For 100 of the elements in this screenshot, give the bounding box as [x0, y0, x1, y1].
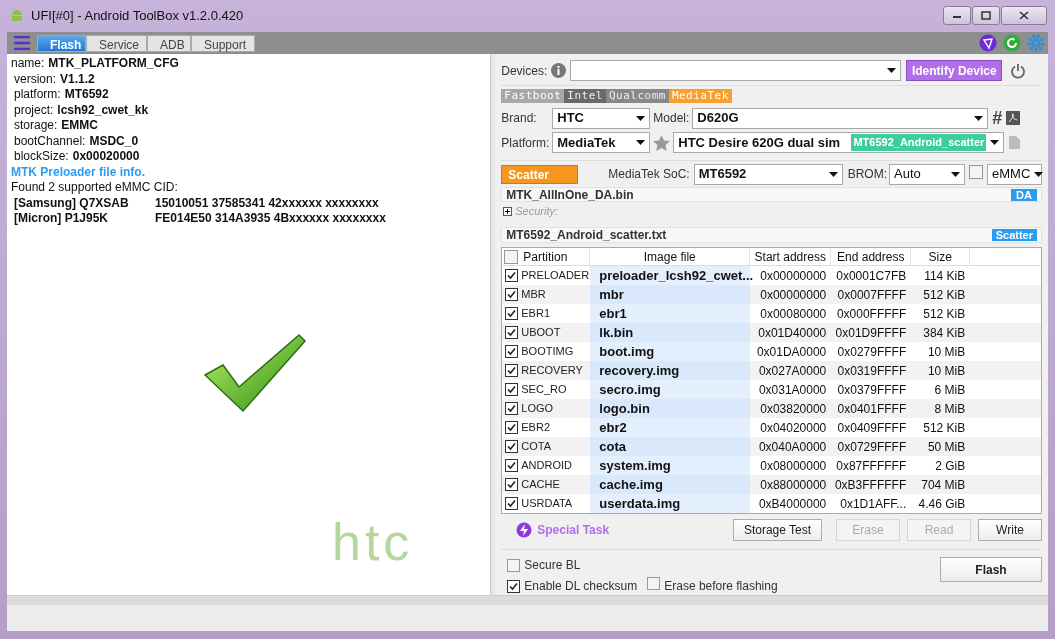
checkbox[interactable] — [504, 249, 519, 264]
column-header[interactable]: Start address — [750, 248, 832, 265]
checkbox[interactable] — [505, 307, 519, 320]
platform-tab[interactable]: Intel — [564, 89, 606, 103]
table-cell-text: 0x040A0000 — [757, 438, 828, 456]
column-header[interactable]: Image file — [590, 248, 751, 265]
dropdown-field[interactable] — [570, 60, 902, 81]
checkbox[interactable] — [505, 459, 519, 472]
table-cell: boot.img — [590, 342, 751, 361]
checkbox[interactable] — [507, 558, 521, 572]
close-button[interactable] — [1001, 6, 1047, 25]
checkbox[interactable] — [505, 478, 519, 491]
column-header[interactable]: Partition — [502, 248, 591, 265]
checkbox[interactable] — [505, 497, 519, 510]
checkbox[interactable] — [505, 364, 519, 377]
tab[interactable]: ADB — [147, 34, 191, 52]
dropdown-field[interactable]: Auto — [889, 163, 965, 185]
expand-toggle[interactable] — [503, 206, 513, 216]
dropdown-field[interactable]: HTC — [552, 107, 651, 129]
hash-icon[interactable]: # — [992, 104, 1003, 132]
refresh-icon[interactable] — [1003, 34, 1021, 52]
table-cell-text: 0x0319FFFF — [836, 362, 908, 380]
table-cell-text: 0x0409FFFF — [836, 419, 908, 437]
dropdown-field[interactable]: HTC Desire 620G dual sim MT6592_Android_scatter — [673, 132, 1005, 153]
scatter-badge: Scatter — [991, 229, 1037, 241]
table-row[interactable]: CACHE cache.img 0x88000000 0xB3FFFFFF 704 MiB — [502, 475, 1041, 494]
table-cell: cache.img — [590, 475, 751, 494]
maximize-icon — [981, 11, 991, 20]
table-cell-text: COTA — [521, 439, 552, 455]
table-row[interactable]: LOGO logo.bin 0x03820000 0x0401FFFF 8 MiB — [502, 399, 1041, 418]
table-cell-text: RECOVERY — [521, 363, 583, 379]
dropdown-field[interactable]: MT6592 — [693, 163, 843, 185]
table-row[interactable]: RECOVERY recovery.img 0x027A0000 0x0319FFFF 10 MiB — [502, 361, 1041, 380]
table-cell-text: 0x0001C7FB — [835, 267, 908, 285]
checkbox[interactable] — [647, 577, 661, 590]
dropdown-field[interactable]: eMMC — [987, 163, 1042, 185]
checkbox[interactable] — [505, 288, 519, 301]
table-cell-text: 0x08000000 — [759, 457, 828, 475]
tab[interactable]: Support — [191, 34, 255, 52]
dropdown-field[interactable]: MediaTek — [552, 132, 651, 153]
minimize-button[interactable] — [943, 6, 971, 25]
lightning-badge-icon[interactable] — [516, 522, 533, 538]
table-cell: logo.bin — [590, 399, 751, 418]
dropdown-caret-icon — [974, 115, 984, 121]
table-row[interactable]: COTA cota 0x040A0000 0x0729FFFF 50 MiB — [502, 437, 1041, 456]
table-cell-text: SEC_RO — [521, 382, 567, 398]
table-cell-text: 0x87FFFFFF — [835, 457, 908, 475]
pdf-icon[interactable] — [1006, 111, 1021, 125]
scatter-file-name: MT6592_Android_scatter.txt — [506, 227, 668, 244]
table-cell-text: 0x027A0000 — [757, 362, 828, 380]
table-cell-text: 704 MiB — [920, 476, 967, 494]
dropdown-field[interactable]: D620G — [692, 107, 989, 129]
checkbox[interactable] — [505, 269, 519, 282]
column-header[interactable]: Size — [911, 248, 971, 265]
checkbox[interactable] — [969, 164, 983, 179]
tab[interactable]: Service — [86, 34, 147, 52]
scatter-tag: MT6592_Android_scatter — [851, 134, 987, 151]
checkbox[interactable] — [505, 326, 519, 339]
table-row[interactable]: UBOOT lk.bin 0x01D40000 0x01D9FFFF 384 KiB — [502, 323, 1041, 342]
log-value: MTK_PLATFORM_CFG — [48, 56, 179, 72]
table-cell-text: 0x00080000 — [759, 305, 828, 323]
android-icon — [9, 7, 25, 24]
table-cell-text: LOGO — [521, 401, 554, 417]
table-cell-text: 512 KiB — [922, 286, 967, 304]
da-badge: DA — [1011, 188, 1037, 201]
table-cell-text: 512 KiB — [922, 305, 967, 323]
action-button[interactable]: Storage Test — [733, 519, 822, 541]
table-cell-text: PRELOADER — [521, 268, 590, 284]
table-cell-text: 0x0401FFFF — [836, 400, 908, 418]
column-header[interactable]: End address — [831, 248, 912, 265]
checkbox[interactable] — [505, 383, 519, 396]
flash-button[interactable]: Flash — [940, 557, 1042, 582]
dropdown-caret-icon — [1034, 171, 1044, 177]
table-cell-text: 2 GiB — [934, 457, 967, 475]
checkbox[interactable] — [505, 345, 519, 358]
power-icon[interactable] — [1010, 62, 1027, 79]
table-cell-text: 0x0379FFFF — [836, 381, 908, 399]
checkbox[interactable] — [505, 421, 519, 434]
log-label: [Micron] P1J95K — [14, 211, 110, 227]
table-cell: system.img — [590, 456, 751, 475]
tab[interactable]: Flash — [37, 34, 86, 52]
security-label: Security: — [515, 203, 559, 219]
table-cell-text: 384 KiB — [922, 324, 967, 342]
checkbox[interactable] — [505, 440, 519, 453]
checkbox[interactable] — [505, 402, 519, 415]
checkbox[interactable] — [507, 579, 521, 593]
table-cell: cota — [590, 437, 751, 456]
star-icon[interactable] — [653, 134, 671, 151]
checkbox-label: Secure BL — [524, 557, 581, 574]
table-row[interactable]: MBR mbr 0x00000000 0x0007FFFF 512 KiB — [502, 285, 1041, 304]
devices-label: Devices: — [501, 62, 548, 80]
log-value: 0x00020000 — [72, 149, 140, 165]
action-button[interactable]: Write — [978, 519, 1042, 541]
da-file-name: MTK_AllInOne_DA.bin — [506, 186, 635, 204]
table-cell-text: USRDATA — [521, 496, 573, 512]
table-cell-text: 0x01D9FFFF — [834, 324, 908, 342]
maximize-button[interactable] — [972, 6, 1000, 25]
table-cell: mbr — [590, 285, 751, 304]
info-icon[interactable] — [551, 63, 567, 78]
table-cell-text: 0xB3FFFFFF — [833, 476, 908, 494]
